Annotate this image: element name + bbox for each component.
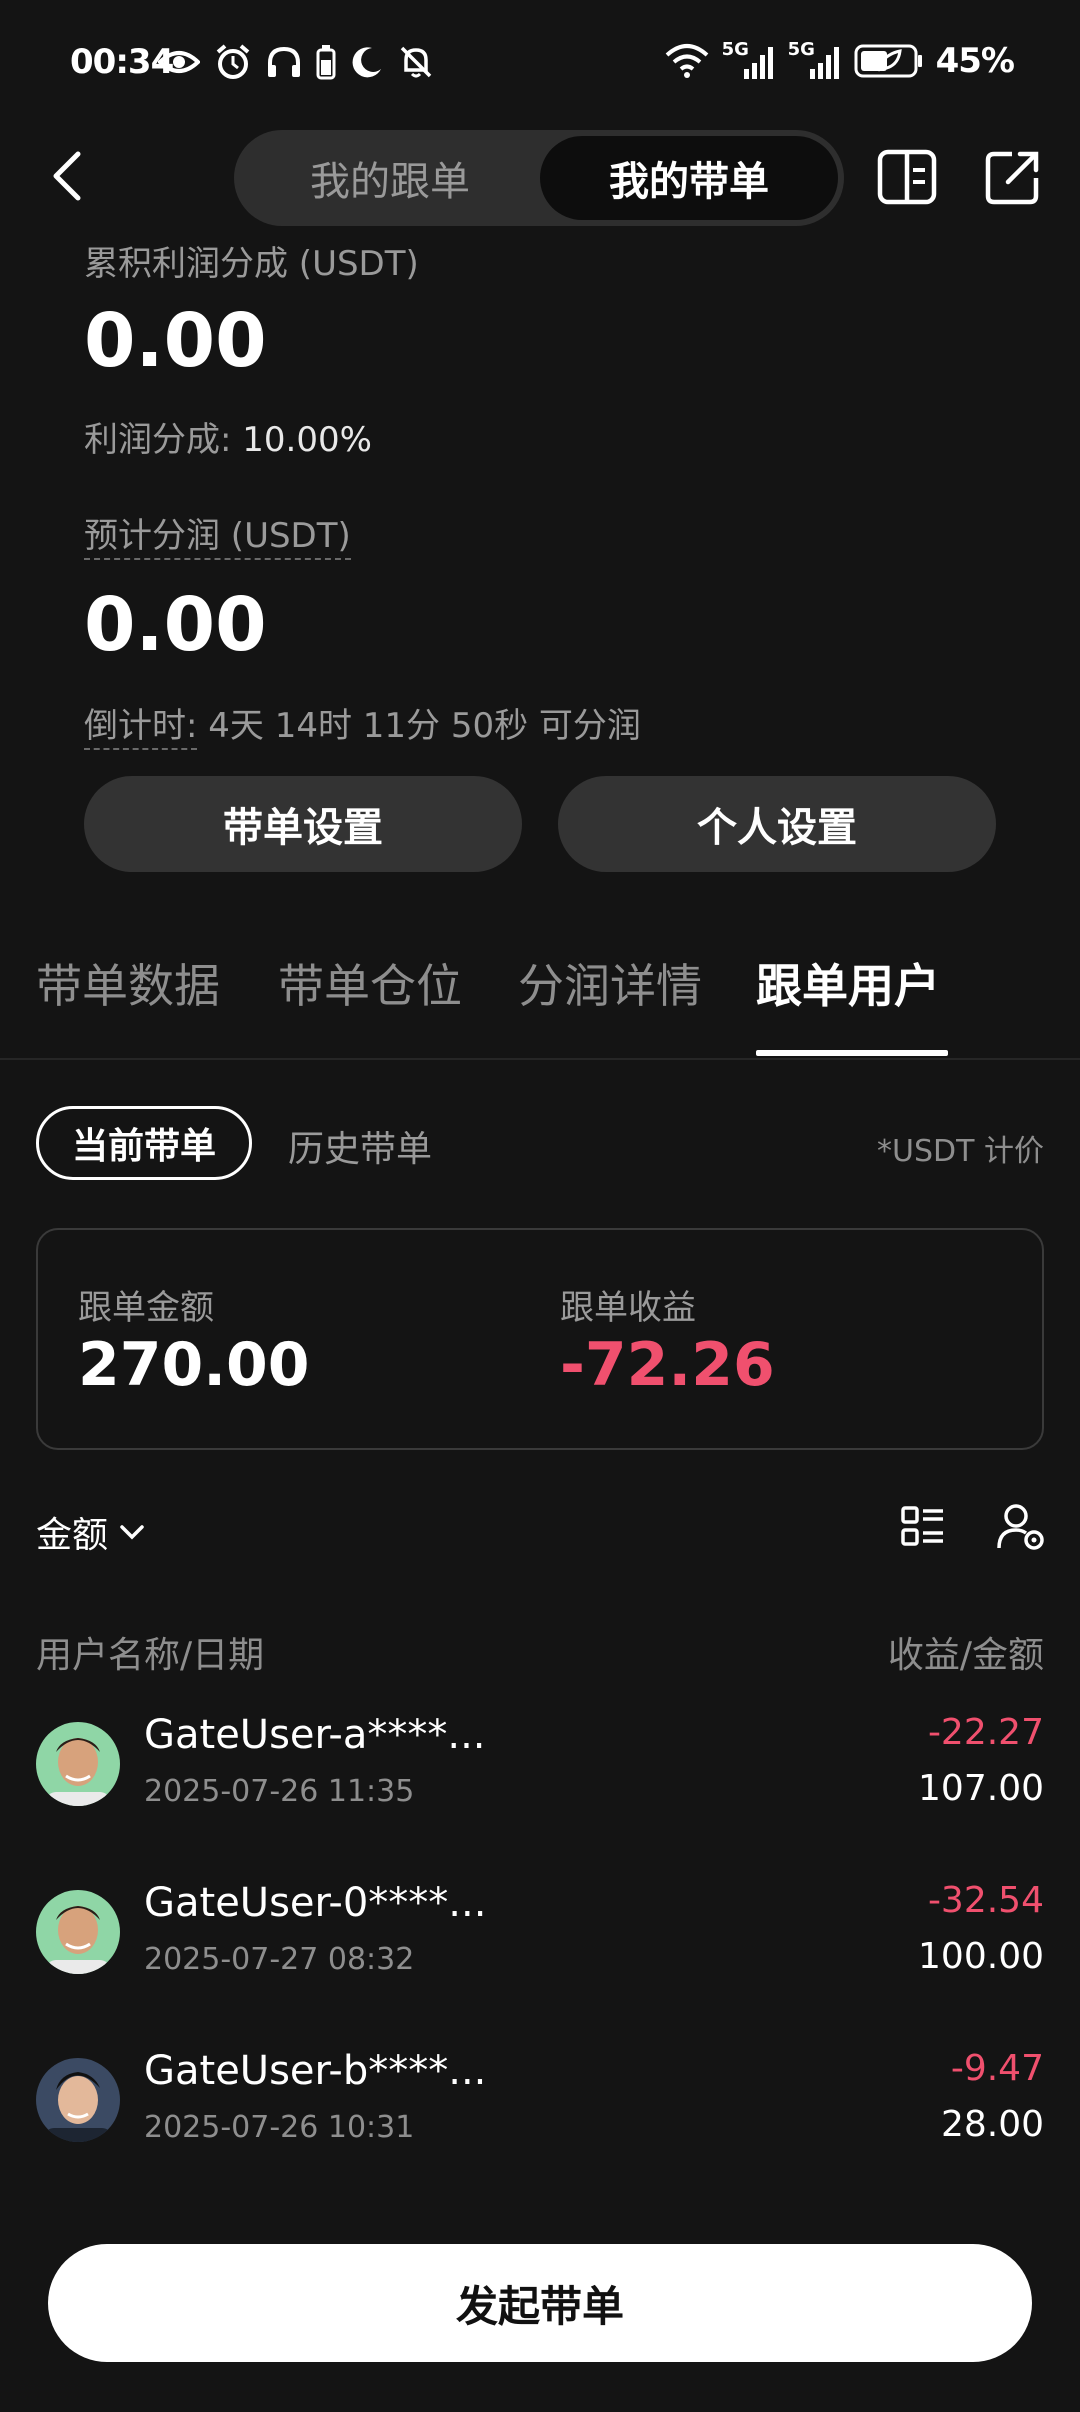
list-item[interactable]: GateUser-b****... 2025-07-26 10:31 -9.47… (36, 2048, 1044, 2158)
status-left-icons (158, 42, 434, 82)
list-item[interactable]: GateUser-0****... 2025-07-27 08:32 -32.5… (36, 1880, 1044, 1990)
user-pnl: -9.47 (950, 2048, 1044, 2089)
user-pnl: -32.54 (927, 1880, 1044, 1921)
tab-followers[interactable]: 跟单用户 (756, 950, 940, 1016)
user-amount: 28.00 (940, 2104, 1044, 2145)
guide-book-icon[interactable] (876, 148, 938, 206)
wifi-icon (665, 44, 708, 78)
user-date: 2025-07-27 08:32 (144, 1942, 415, 1977)
user-date: 2025-07-26 10:31 (144, 2110, 415, 2145)
battery-percent: 45% (935, 41, 1015, 81)
expected-share-label-text: 预计分润 (USDT) (84, 516, 351, 560)
tab-lead-data[interactable]: 带单数据 (36, 950, 220, 1016)
subtab-history[interactable]: 历史带单 (288, 1120, 432, 1172)
sort-dropdown[interactable]: 金额 (36, 1506, 146, 1558)
follow-pnl-label: 跟单收益 (560, 1288, 696, 1328)
tab-lead-positions[interactable]: 带单仓位 (278, 950, 462, 1016)
profit-share-label: 利润分成: (84, 420, 232, 460)
chevron-down-icon (120, 1525, 144, 1540)
tab-profit-share-details[interactable]: 分润详情 (518, 950, 702, 1016)
cumulative-profit-value: 0.00 (84, 298, 267, 384)
battery-saver-icon (316, 45, 336, 80)
profit-share-value: 10.00% (242, 420, 372, 460)
follow-amount-label: 跟单金额 (78, 1288, 214, 1328)
user-name: GateUser-0****... (144, 1880, 487, 1926)
expected-share-label[interactable]: 预计分润 (USDT) (84, 508, 351, 560)
moon-icon (352, 47, 381, 78)
share-icon[interactable] (984, 148, 1042, 206)
alarm-icon (216, 44, 250, 79)
signal-2-icon: 5G (788, 39, 842, 81)
eye-icon (158, 51, 200, 73)
user-date: 2025-07-26 11:35 (144, 1774, 415, 1809)
tab-my-leading[interactable]: 我的带单 (540, 136, 838, 220)
countdown-line: 倒计时: 4天 14时 11分 50秒 可分润 (84, 698, 641, 750)
tab-divider (0, 1058, 1080, 1060)
start-leading-button[interactable]: 发起带单 (48, 2244, 1032, 2362)
user-amount: 107.00 (918, 1768, 1044, 1809)
signal-1-icon: 5G (722, 39, 776, 81)
countdown-value: 4天 14时 11分 50秒 可分润 (208, 706, 641, 746)
avatar (36, 2058, 120, 2142)
column-header-user: 用户名称/日期 (36, 1635, 265, 1676)
avatar (36, 1890, 120, 1974)
active-tab-indicator (756, 1050, 948, 1056)
user-pnl: -22.27 (927, 1712, 1044, 1753)
headphones-icon (268, 46, 300, 77)
list-view-icon[interactable] (900, 1504, 946, 1550)
status-bar: 00:34 5G 5G 45% (0, 0, 1080, 130)
price-unit-note: *USDT 计价 (877, 1134, 1044, 1169)
lead-settings-button[interactable]: 带单设置 (84, 776, 522, 872)
status-right-icons: 5G 5G 45% (664, 39, 1015, 82)
user-amount: 100.00 (918, 1936, 1044, 1977)
bell-off-icon (400, 46, 432, 78)
sort-label: 金额 (36, 1515, 109, 1556)
summary-card: 跟单金额 270.00 跟单收益 -72.26 (36, 1228, 1044, 1450)
user-name: GateUser-b****... (144, 2048, 487, 2094)
column-header-pnl: 收益/金额 (887, 1635, 1044, 1676)
profit-share-line: 利润分成: 10.00% (84, 412, 372, 461)
back-arrow-icon[interactable] (44, 148, 92, 204)
battery-icon (854, 44, 922, 78)
countdown-label[interactable]: 倒计时: (84, 706, 198, 750)
list-item[interactable]: GateUser-a****... 2025-07-26 11:35 -22.2… (36, 1712, 1044, 1822)
follow-amount-value: 270.00 (78, 1330, 310, 1400)
cumulative-profit-label: 累积利润分成 (USDT) (84, 244, 419, 284)
user-name: GateUser-a****... (144, 1712, 486, 1758)
tab-my-following[interactable]: 我的跟单 (240, 136, 540, 220)
follow-pnl-value: -72.26 (560, 1330, 775, 1400)
expected-share-value: 0.00 (84, 582, 267, 668)
mode-switch: 我的跟单 我的带单 (234, 130, 844, 226)
user-settings-icon[interactable] (996, 1502, 1046, 1552)
personal-settings-button[interactable]: 个人设置 (558, 776, 996, 872)
subtab-current[interactable]: 当前带单 (36, 1106, 252, 1180)
avatar (36, 1722, 120, 1806)
